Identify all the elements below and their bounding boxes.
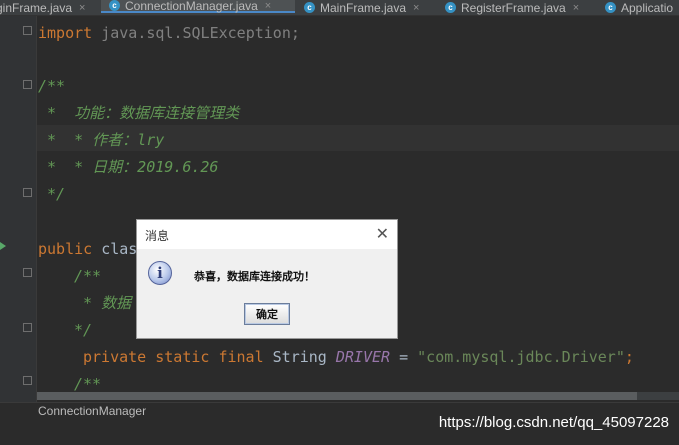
close-icon[interactable]: ✕: [376, 224, 389, 244]
run-gutter-icon[interactable]: [0, 242, 6, 250]
comment-line: /**: [38, 77, 66, 95]
tab-label: RegisterFrame.java: [461, 0, 566, 15]
editor-tab-bar: ginFrame.java × c ConnectionManager.java…: [0, 0, 679, 16]
tab-login-frame[interactable]: ginFrame.java ×: [0, 0, 96, 15]
code-text: =: [390, 348, 418, 366]
fold-marker-icon[interactable]: [23, 80, 32, 89]
keyword: private static final: [83, 348, 264, 366]
class-icon: c: [445, 2, 456, 13]
breadcrumb[interactable]: ConnectionManager: [38, 404, 146, 418]
class-icon: c: [605, 2, 616, 13]
ok-button[interactable]: 确定: [244, 303, 290, 325]
comment-line: * 数据: [74, 294, 132, 312]
tab-application[interactable]: c Applicatio: [599, 0, 679, 15]
fold-marker-icon[interactable]: [23, 376, 32, 385]
tab-label: Applicatio: [621, 0, 674, 15]
comment-line: * * 作者：lry: [38, 131, 165, 149]
watermark-text: https://blog.csdn.net/qq_45097228: [438, 414, 669, 431]
fold-marker-icon[interactable]: [23, 26, 32, 35]
constant: DRIVER: [335, 348, 391, 366]
fold-marker-icon[interactable]: [23, 188, 32, 197]
comment-line: */: [38, 185, 66, 203]
scrollbar-thumb[interactable]: [37, 392, 637, 400]
tab-register-frame[interactable]: c RegisterFrame.java ×: [437, 0, 599, 15]
comment-line: * * 日期：2019.6.26: [38, 158, 219, 176]
class-icon: c: [109, 0, 120, 11]
comment-line: */: [74, 321, 93, 339]
comment-line: /**: [74, 375, 102, 393]
code-line-class: public clas: [38, 240, 137, 258]
dialog-title: 消息: [145, 229, 170, 243]
code-text: String: [263, 348, 336, 366]
keyword: import: [38, 24, 93, 42]
close-icon[interactable]: ×: [413, 2, 419, 14]
tab-label: MainFrame.java: [320, 0, 407, 15]
close-icon[interactable]: ×: [265, 0, 271, 12]
class-icon: c: [304, 2, 315, 13]
tab-label: ConnectionManager.java: [125, 0, 258, 13]
tab-label: ginFrame.java: [0, 0, 73, 15]
code-text: clas: [92, 240, 138, 258]
comment-line: * 功能：数据库连接管理类: [38, 104, 240, 122]
editor-gutter: [0, 16, 37, 402]
keyword: public: [38, 240, 93, 258]
code-line-import: import java.sql.SQLException;: [38, 24, 300, 42]
string-literal: "com.mysql.jdbc.Driver": [417, 348, 625, 366]
tab-main-frame[interactable]: c MainFrame.java ×: [296, 0, 437, 15]
message-dialog: 消息 ✕ i 恭喜，数据库连接成功！ 确定: [136, 219, 398, 339]
dialog-title-bar[interactable]: 消息 ✕: [137, 220, 397, 249]
fold-marker-icon[interactable]: [23, 268, 32, 277]
comment-line: /**: [74, 267, 102, 285]
tab-connection-manager[interactable]: c ConnectionManager.java ×: [101, 0, 295, 13]
info-icon: i: [148, 261, 172, 285]
code-text: java.sql.SQLException;: [92, 24, 300, 42]
code-line-driver: private static final String DRIVER = "co…: [83, 348, 634, 366]
dialog-message: 恭喜，数据库连接成功！: [194, 270, 315, 283]
semicolon: ;: [624, 348, 634, 366]
fold-marker-icon[interactable]: [23, 323, 32, 332]
close-icon[interactable]: ×: [79, 2, 85, 14]
close-icon[interactable]: ×: [573, 2, 579, 14]
